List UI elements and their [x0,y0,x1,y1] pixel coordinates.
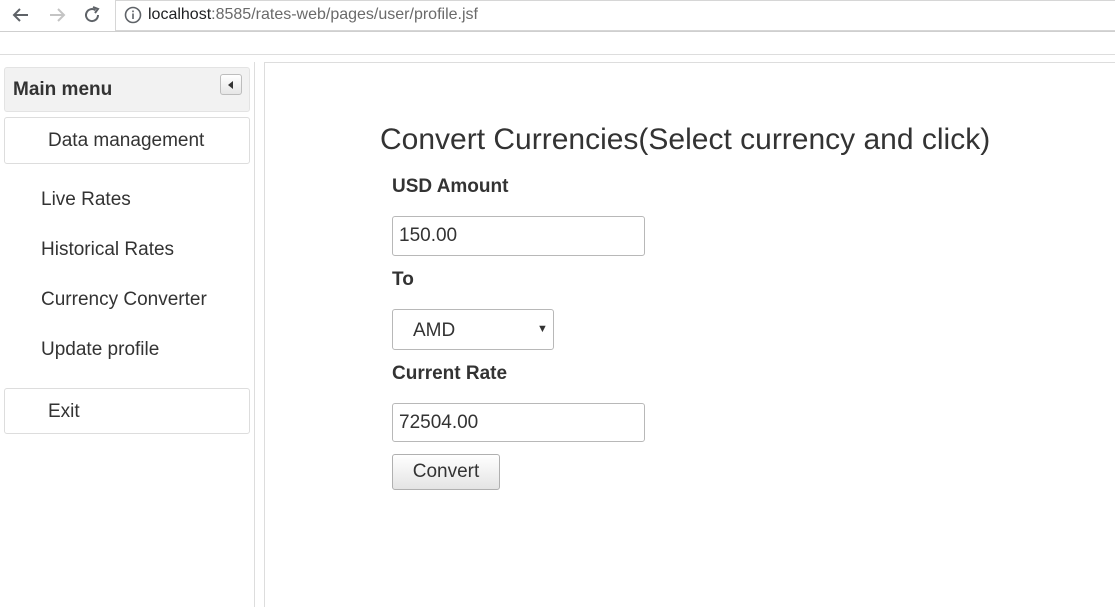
arrow-left-icon [12,8,28,22]
main-menu-header: Main menu [4,67,250,112]
exit-item[interactable]: Exit [4,388,250,434]
url-text: localhost:8585/rates-web/pages/user/prof… [148,5,478,25]
page-title: Convert Currencies(Select currency and c… [380,123,991,156]
page-top-strip [0,32,1115,55]
sidebar-item-live-rates[interactable]: Live Rates [41,189,131,211]
current-rate-label: Current Rate [392,363,508,384]
info-icon [124,6,142,24]
back-button[interactable] [8,2,34,28]
main-content: Convert Currencies(Select currency and c… [264,62,1115,607]
url-host: localhost [148,6,212,23]
current-rate-input[interactable] [392,403,645,442]
data-management-item[interactable]: Data management [4,117,250,164]
forward-button[interactable] [44,2,70,28]
exit-label: Exit [48,401,80,422]
to-currency-value: AMD [413,320,456,341]
triangle-left-icon [228,80,233,89]
url-path: :8585/rates-web/pages/user/profile.jsf [211,6,478,23]
address-bar[interactable]: localhost:8585/rates-web/pages/user/prof… [115,0,1115,31]
to-label: To [392,269,414,290]
collapse-menu-button[interactable] [220,74,242,95]
convert-button[interactable]: Convert [392,454,500,490]
sidebar-item-currency-converter[interactable]: Currency Converter [41,289,207,311]
usd-amount-input[interactable] [392,216,645,256]
reload-button[interactable] [79,2,105,28]
browser-toolbar: localhost:8585/rates-web/pages/user/prof… [0,0,1115,32]
main-menu-title: Main menu [13,79,113,100]
reload-icon [85,6,100,23]
data-management-label: Data management [48,130,205,151]
sidebar-item-update-profile[interactable]: Update profile [41,339,159,361]
arrow-right-icon [50,8,66,22]
dropdown-arrow-icon: ▼ [537,323,548,335]
sidebar: Main menu Data management Live Rates His… [0,62,255,607]
to-currency-select[interactable]: AMD ▼ [392,309,554,350]
usd-amount-label: USD Amount [392,176,509,197]
sidebar-item-historical-rates[interactable]: Historical Rates [41,239,174,261]
